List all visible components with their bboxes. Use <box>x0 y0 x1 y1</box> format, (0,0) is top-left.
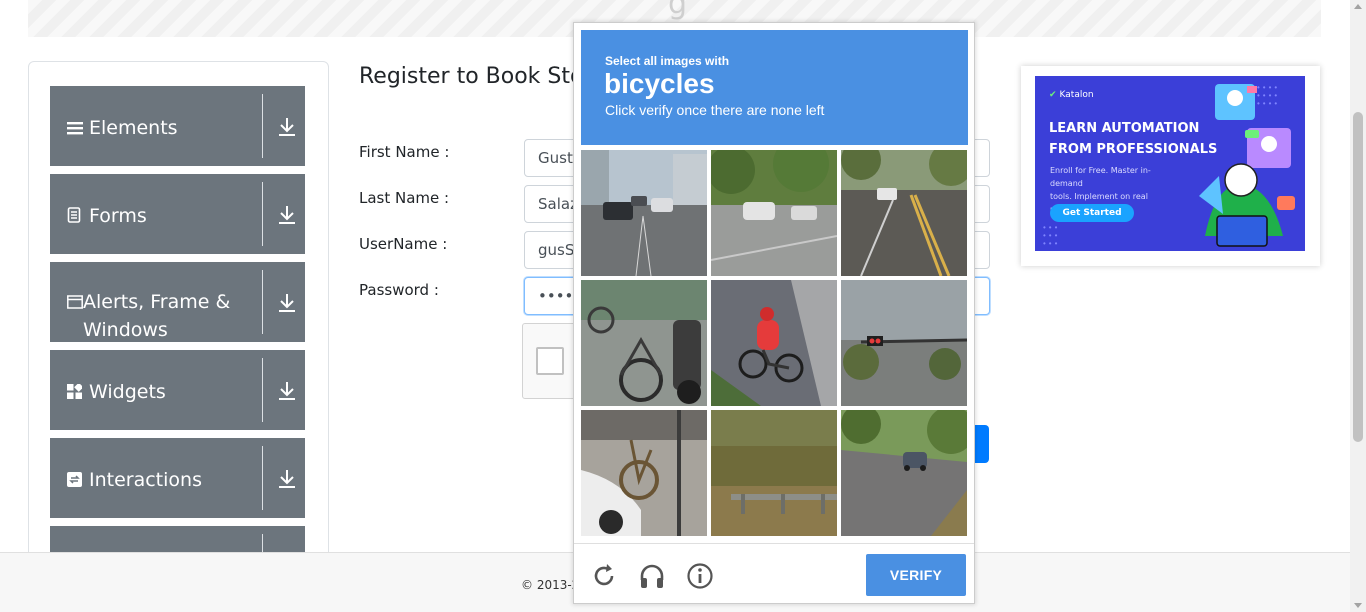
sidebar-item-label-wrap: Widgets <box>67 378 166 408</box>
download-icon <box>279 294 295 312</box>
captcha-tile-cyclist-red-jacket[interactable] <box>711 280 837 406</box>
sidebar-item-interactions[interactable]: Interactions <box>50 438 305 518</box>
reload-icon[interactable] <box>590 562 618 590</box>
last-name-label: Last Name : <box>359 189 450 207</box>
menu-icon <box>67 116 89 144</box>
captcha-tile-bicycle-by-car[interactable] <box>581 410 707 536</box>
captcha-footer: VERIFY <box>574 543 974 603</box>
sidebar-item-label-wrap: Interactions <box>67 466 202 496</box>
download-icon <box>279 382 295 400</box>
first-name-label: First Name : <box>359 143 450 161</box>
ad-banner[interactable]: ✔ Katalon LEARN AUTOMATION FROM PROFESSIO… <box>1035 76 1305 251</box>
username-label: UserName : <box>359 235 448 253</box>
page-root: g Elements Forms Alerts, Frame & Windows… <box>0 0 1366 612</box>
katalon-logo-icon: ✔ <box>1049 90 1057 100</box>
captcha-header: Select all images with bicycles Click ve… <box>581 30 968 145</box>
audio-challenge-icon[interactable] <box>638 562 666 590</box>
download-icon <box>279 206 295 224</box>
sidebar-item-label: Interactions <box>89 469 202 491</box>
sidebar-item-alerts-frame-windows[interactable]: Alerts, Frame & Windows <box>50 262 305 342</box>
document-icon <box>67 204 89 232</box>
ad-brand: ✔ Katalon <box>1049 90 1094 100</box>
ad-headline-line: FROM PROFESSIONALS <box>1049 142 1218 157</box>
sidebar-item-label: Widgets <box>89 381 166 403</box>
ad-headline: LEARN AUTOMATION FROM PROFESSIONALS <box>1049 118 1217 160</box>
sidebar-item-label-wrap: Forms <box>67 202 147 232</box>
captcha-tile-intersection-trees[interactable] <box>711 150 837 276</box>
sidebar: Elements Forms Alerts, Frame & Windows W… <box>28 61 329 561</box>
divider <box>262 94 263 158</box>
verify-button[interactable]: VERIFY <box>866 554 966 596</box>
divider <box>262 358 263 422</box>
divider <box>262 270 263 334</box>
ad-subtext-line: Enroll for Free. Master in-demand <box>1050 166 1151 188</box>
captcha-challenge: Select all images with bicycles Click ve… <box>573 22 975 604</box>
info-icon[interactable] <box>686 562 714 590</box>
scroll-thumb[interactable] <box>1353 112 1363 442</box>
widgets-icon <box>67 380 89 408</box>
page-scrollbar[interactable] <box>1350 0 1366 612</box>
sidebar-item-label-wrap: Elements <box>67 114 178 144</box>
sidebar-item-widgets[interactable]: Widgets <box>50 350 305 430</box>
ad-brand-text: Katalon <box>1059 90 1094 100</box>
sidebar-item-label: Elements <box>89 117 178 139</box>
captcha-tile-road-car-trees[interactable] <box>841 410 967 536</box>
scroll-down-arrow-icon[interactable] <box>1354 603 1362 608</box>
recaptcha-checkbox[interactable] <box>536 347 564 375</box>
captcha-hint: Click verify once there are none left <box>605 102 825 118</box>
captcha-tile-road-lanes[interactable] <box>841 150 967 276</box>
ad-illustration <box>1199 84 1295 247</box>
captcha-tile-traffic-light-road[interactable] <box>841 280 967 406</box>
scroll-up-arrow-icon[interactable] <box>1354 4 1362 9</box>
decorative-dots: ••• ••• ••• <box>1043 223 1061 248</box>
password-label: Password : <box>359 281 439 299</box>
sidebar-item-forms[interactable]: Forms <box>50 174 305 254</box>
captcha-target: bicycles <box>604 68 715 99</box>
banner-title-fragment: g <box>668 0 688 21</box>
interactions-icon <box>67 468 89 496</box>
captcha-tile-parked-bicycles-motorcycle[interactable] <box>581 280 707 406</box>
divider <box>262 182 263 246</box>
download-icon <box>279 470 295 488</box>
window-icon <box>67 290 83 344</box>
captcha-tile-grass-guardrail[interactable] <box>711 410 837 536</box>
sidebar-item-label-wrap: Alerts, Frame & Windows <box>67 288 237 344</box>
divider <box>262 446 263 510</box>
sidebar-item-label: Alerts, Frame & Windows <box>83 291 231 341</box>
ad-headline-line: LEARN AUTOMATION <box>1049 121 1200 136</box>
ad-get-started-button[interactable]: Get Started <box>1050 204 1134 222</box>
advertisement[interactable]: ✔ Katalon LEARN AUTOMATION FROM PROFESSIO… <box>1021 66 1320 266</box>
page-title: Register to Book Sto <box>359 64 584 89</box>
sidebar-item-elements[interactable]: Elements <box>50 86 305 166</box>
sidebar-item-label: Forms <box>89 205 147 227</box>
footer-copyright: © 2013-2 <box>521 578 580 592</box>
captcha-instruction: Select all images with <box>605 54 730 68</box>
download-icon <box>279 118 295 136</box>
captcha-tile-street-traffic[interactable] <box>581 150 707 276</box>
